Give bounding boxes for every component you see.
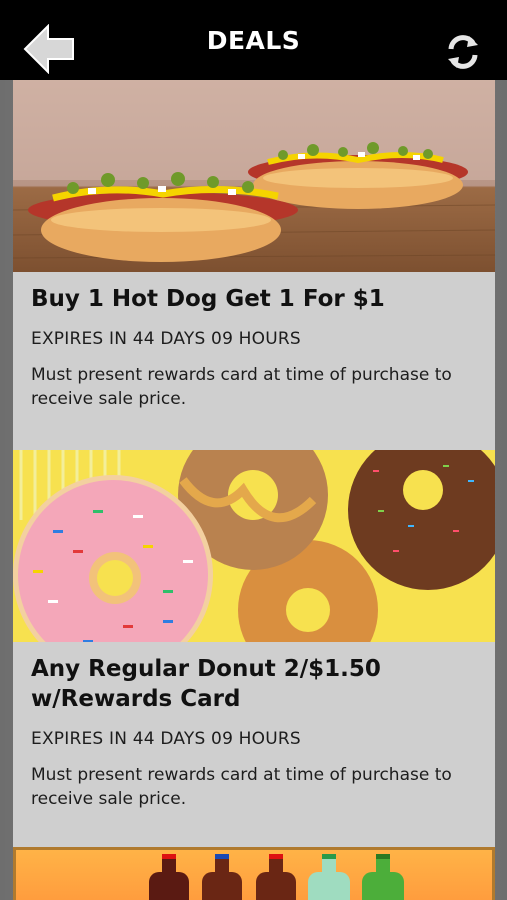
deal-description: Must present rewards card at time of pur… [31,365,452,409]
deals-list[interactable]: Buy 1 Hot Dog Get 1 For $1 EXPIRES IN 44… [13,80,495,850]
soda-bottles-image [16,850,492,900]
deal-title: Buy 1 Hot Dog Get 1 For $1 [31,286,385,312]
deal-card-partial[interactable] [13,847,495,900]
deal-expiry: EXPIRES IN 44 DAYS 09 HOURS [31,329,301,349]
deal-card[interactable]: Buy 1 Hot Dog Get 1 For $1 EXPIRES IN 44… [13,80,495,450]
deal-expiry: EXPIRES IN 44 DAYS 09 HOURS [31,729,301,749]
deal-description: Must present rewards card at time of pur… [31,765,452,809]
refresh-button[interactable] [443,32,483,72]
back-button[interactable] [22,23,76,75]
app-header: DEALS [0,0,507,80]
hot-dog-image [13,80,495,272]
back-arrow-icon [23,23,74,75]
donut-image [13,450,495,642]
deal-title: Any Regular Donut 2/$1.50 w/Rewards Card [31,656,381,712]
deal-card[interactable]: Any Regular Donut 2/$1.50 w/Rewards Card… [13,450,495,850]
page-title: DEALS [206,25,301,55]
refresh-icon [448,35,478,69]
